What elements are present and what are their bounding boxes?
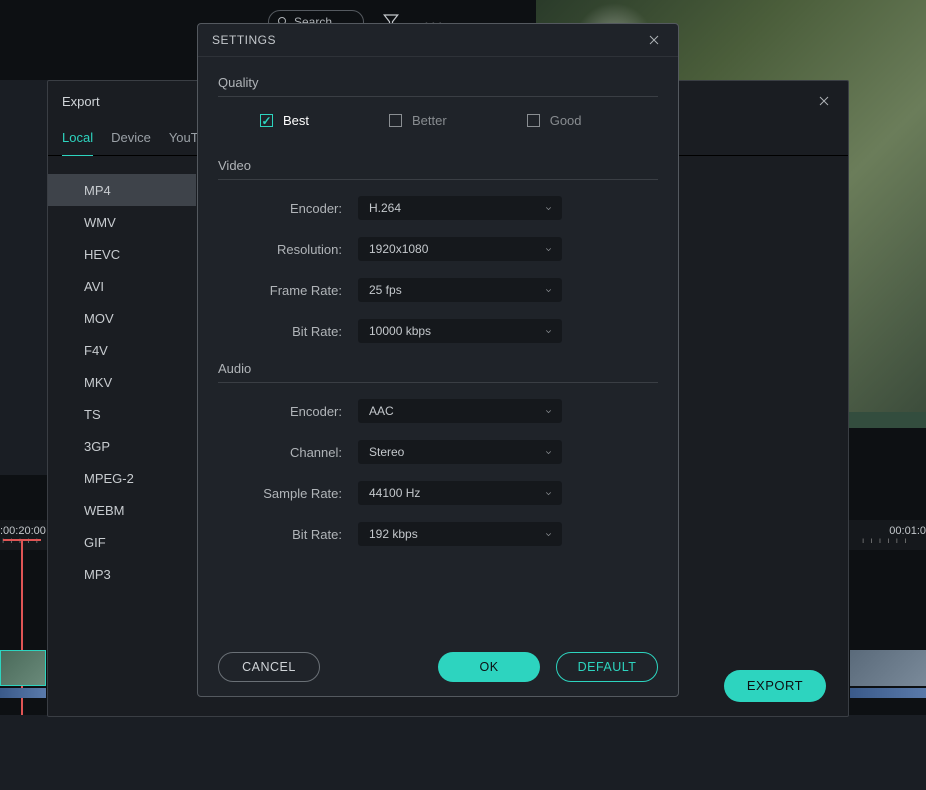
format-mp3[interactable]: MP3 xyxy=(48,558,196,590)
ruler-ticks: ı ı ı ı ı xyxy=(2,536,44,548)
ok-button[interactable]: OK xyxy=(438,652,540,682)
audio-encoder-select[interactable]: AAC xyxy=(358,399,562,423)
checkbox-icon xyxy=(389,114,402,127)
default-button[interactable]: DEFAULT xyxy=(556,652,658,682)
chevron-down-icon xyxy=(544,245,553,254)
format-webm[interactable]: WEBM xyxy=(48,494,196,526)
tab-device[interactable]: Device xyxy=(111,130,151,157)
audio-channel-label: Channel: xyxy=(218,445,358,460)
select-value: 1920x1080 xyxy=(369,242,428,256)
select-value: AAC xyxy=(369,404,394,418)
cancel-button[interactable]: CANCEL xyxy=(218,652,320,682)
ruler-ticks: ı ı ı ı ı ı xyxy=(862,536,922,548)
video-encoder-label: Encoder: xyxy=(218,201,358,216)
clip-thumbnail[interactable] xyxy=(0,650,46,686)
close-icon[interactable] xyxy=(814,91,834,111)
settings-dialog: SETTINGS Quality Best Better Good Video … xyxy=(197,23,679,697)
video-section-label: Video xyxy=(218,158,658,180)
format-hevc[interactable]: HEVC xyxy=(48,238,196,270)
format-gif[interactable]: GIF xyxy=(48,526,196,558)
format-ts[interactable]: TS xyxy=(48,398,196,430)
video-bitrate-label: Bit Rate: xyxy=(218,324,358,339)
select-value: Stereo xyxy=(369,445,404,459)
quality-good[interactable]: Good xyxy=(527,113,582,128)
audio-samplerate-label: Sample Rate: xyxy=(218,486,358,501)
export-button[interactable]: EXPORT xyxy=(724,670,826,702)
audio-samplerate-select[interactable]: 44100 Hz xyxy=(358,481,562,505)
quality-best[interactable]: Best xyxy=(260,113,309,128)
audio-encoder-label: Encoder: xyxy=(218,404,358,419)
format-3gp[interactable]: 3GP xyxy=(48,430,196,462)
format-avi[interactable]: AVI xyxy=(48,270,196,302)
chevron-down-icon xyxy=(544,407,553,416)
chevron-down-icon xyxy=(544,286,553,295)
select-value: 192 kbps xyxy=(369,527,418,541)
export-title: Export xyxy=(62,94,100,109)
quality-label: Better xyxy=(412,113,447,128)
quality-options: Best Better Good xyxy=(218,113,658,128)
chevron-down-icon xyxy=(544,489,553,498)
settings-header: SETTINGS xyxy=(198,24,678,57)
audio-channel-select[interactable]: Stereo xyxy=(358,440,562,464)
select-value: H.264 xyxy=(369,201,401,215)
format-mkv[interactable]: MKV xyxy=(48,366,196,398)
video-framerate-label: Frame Rate: xyxy=(218,283,358,298)
format-mov[interactable]: MOV xyxy=(48,302,196,334)
format-mp4[interactable]: MP4 xyxy=(48,174,196,206)
video-framerate-select[interactable]: 25 fps xyxy=(358,278,562,302)
checkbox-icon xyxy=(260,114,273,127)
chevron-down-icon xyxy=(544,530,553,539)
checkbox-icon xyxy=(527,114,540,127)
quality-label: Good xyxy=(550,113,582,128)
select-value: 44100 Hz xyxy=(369,486,420,500)
settings-footer: CANCEL OK DEFAULT xyxy=(218,652,658,682)
close-icon[interactable] xyxy=(644,30,664,50)
format-list: MP4 WMV HEVC AVI MOV F4V MKV TS 3GP MPEG… xyxy=(48,156,196,654)
clip-thumbnail[interactable] xyxy=(850,650,926,686)
quality-section-label: Quality xyxy=(218,75,658,97)
audio-section-label: Audio xyxy=(218,361,658,383)
format-f4v[interactable]: F4V xyxy=(48,334,196,366)
settings-title: SETTINGS xyxy=(212,33,276,47)
tab-local[interactable]: Local xyxy=(62,130,93,157)
video-encoder-select[interactable]: H.264 xyxy=(358,196,562,220)
format-mpeg2[interactable]: MPEG-2 xyxy=(48,462,196,494)
clip-audio[interactable] xyxy=(850,688,926,698)
quality-label: Best xyxy=(283,113,309,128)
video-resolution-select[interactable]: 1920x1080 xyxy=(358,237,562,261)
audio-bitrate-label: Bit Rate: xyxy=(218,527,358,542)
video-bitrate-select[interactable]: 10000 kbps xyxy=(358,319,562,343)
quality-better[interactable]: Better xyxy=(389,113,447,128)
video-resolution-label: Resolution: xyxy=(218,242,358,257)
clip-audio[interactable] xyxy=(0,688,46,698)
format-wmv[interactable]: WMV xyxy=(48,206,196,238)
chevron-down-icon xyxy=(544,448,553,457)
select-value: 25 fps xyxy=(369,283,402,297)
chevron-down-icon xyxy=(544,327,553,336)
audio-bitrate-select[interactable]: 192 kbps xyxy=(358,522,562,546)
chevron-down-icon xyxy=(544,204,553,213)
select-value: 10000 kbps xyxy=(369,324,431,338)
